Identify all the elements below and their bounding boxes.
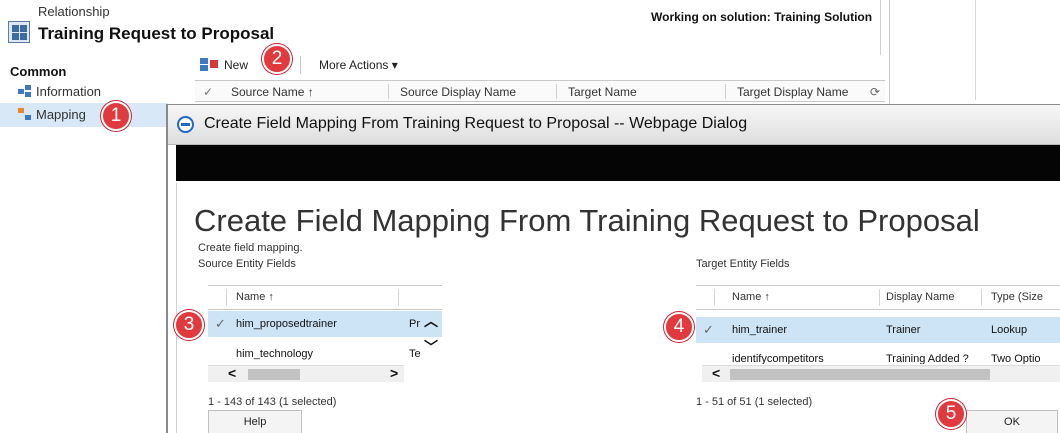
dialog-title-bar: Create Field Mapping From Training Reque… [168, 105, 1060, 145]
source-entity-fields-label: Source Entity Fields [198, 258, 296, 270]
column-header-name[interactable]: Name ↑ [732, 291, 770, 303]
new-button[interactable]: New [224, 58, 248, 72]
target-horizontal-scrollbar[interactable]: < [702, 365, 1060, 382]
field-display-name: Pr [409, 318, 420, 330]
checkmark-icon: ✓ [215, 316, 226, 331]
source-horizontal-scrollbar[interactable]: < > [208, 365, 404, 382]
field-display-name: Training Added ? [886, 353, 969, 364]
new-icon [200, 58, 218, 72]
scroll-up-icon[interactable]: ︿ [424, 311, 438, 331]
sidebar-item-mapping[interactable]: Mapping [18, 107, 86, 122]
column-divider [725, 84, 726, 99]
column-divider [398, 289, 399, 306]
scroll-left-icon[interactable]: < [712, 365, 720, 381]
callout-badge-3: 3 [174, 310, 204, 340]
list-item[interactable]: ✓ him_proposedtrainer Pr [208, 311, 442, 337]
scrollbar-thumb[interactable] [248, 369, 300, 380]
scroll-left-icon[interactable]: < [228, 365, 236, 381]
column-divider [388, 84, 389, 99]
field-type: Two Optio [991, 353, 1041, 364]
column-divider [556, 84, 557, 99]
toolbar-separator [300, 56, 302, 74]
page-title: Training Request to Proposal [38, 24, 275, 43]
sidebar-heading: Common [10, 64, 67, 79]
callout-badge-4: 4 [664, 312, 694, 342]
mapping-grid-header: ✓ Source Name ↑ Source Display Name Targ… [195, 80, 885, 102]
column-header-name[interactable]: Name ↑ [236, 291, 274, 303]
field-display-name: Trainer [886, 324, 921, 336]
column-divider [226, 289, 227, 306]
scroll-right-icon[interactable]: > [390, 365, 398, 381]
target-record-count: 1 - 51 of 51 (1 selected) [696, 396, 813, 408]
sidebar-item-label: Information [36, 84, 102, 99]
callout-badge-1: 1 [101, 101, 131, 131]
right-divider [975, 0, 976, 100]
mapping-icon [18, 108, 32, 121]
column-header[interactable]: Source Name ↑ [231, 85, 314, 99]
field-display-name: Te [409, 348, 421, 360]
column-header[interactable]: Target Display Name [737, 85, 848, 99]
sidebar-item-label: Mapping [36, 107, 86, 122]
list-item[interactable]: him_technology Te [208, 341, 442, 367]
column-header-type[interactable]: Type (Size [991, 291, 1043, 303]
callout-badge-5: 5 [936, 399, 966, 429]
list-header: Name ↑ [208, 286, 442, 310]
dialog-header-bar [176, 145, 1060, 181]
field-mapping-dialog: Create Field Mapping From Training Reque… [166, 104, 1060, 433]
ok-button[interactable]: OK [966, 410, 1058, 433]
list-header: Name ↑ Display Name Type (Size [696, 286, 1060, 310]
record-type-label: Relationship [38, 4, 110, 19]
dialog-window-title: Create Field Mapping From Training Reque… [204, 115, 748, 132]
more-actions-menu[interactable]: More Actions ▾ [319, 58, 398, 72]
help-button[interactable]: Help [208, 410, 302, 433]
column-header-display-name[interactable]: Display Name [886, 291, 954, 303]
refresh-icon[interactable]: ⟳ [870, 85, 880, 99]
column-divider [714, 289, 715, 306]
dialog-subtitle: Create field mapping. [198, 242, 303, 254]
list-item[interactable]: ✓ him_trainer Trainer Lookup [696, 317, 1060, 343]
column-divider [981, 289, 982, 306]
header-divider [880, 0, 881, 55]
field-type: Lookup [991, 324, 1028, 336]
list-item[interactable]: identifycompetitors Training Added ? Two… [696, 346, 1060, 364]
dialog-heading: Create Field Mapping From Training Reque… [194, 203, 980, 238]
column-divider [879, 289, 880, 306]
scroll-down-icon[interactable]: ﹀ [424, 337, 438, 357]
callout-badge-2: 2 [262, 44, 292, 74]
checkmark-icon: ✓ [703, 322, 714, 337]
field-name: him_technology [236, 348, 314, 360]
relationship-icon [8, 21, 30, 43]
column-header[interactable]: Source Display Name [400, 85, 516, 99]
column-header[interactable]: Target Name [568, 85, 637, 99]
select-all-checkmark-icon[interactable]: ✓ [203, 85, 213, 99]
source-record-count: 1 - 143 of 143 (1 selected) [208, 396, 337, 408]
target-entity-fields-label: Target Entity Fields [696, 258, 790, 270]
toolbar: New More Actions ▾ [200, 56, 398, 74]
scrollbar-thumb[interactable] [730, 369, 990, 380]
information-icon [18, 85, 32, 98]
sidebar-item-information[interactable]: Information [18, 84, 101, 99]
field-name: him_proposedtrainer [236, 318, 337, 330]
field-name: him_trainer [732, 324, 788, 336]
field-name: identifycompetitors [732, 353, 824, 364]
solution-indicator: Working on solution: Training Solution [651, 10, 873, 24]
internet-explorer-icon [177, 116, 194, 133]
